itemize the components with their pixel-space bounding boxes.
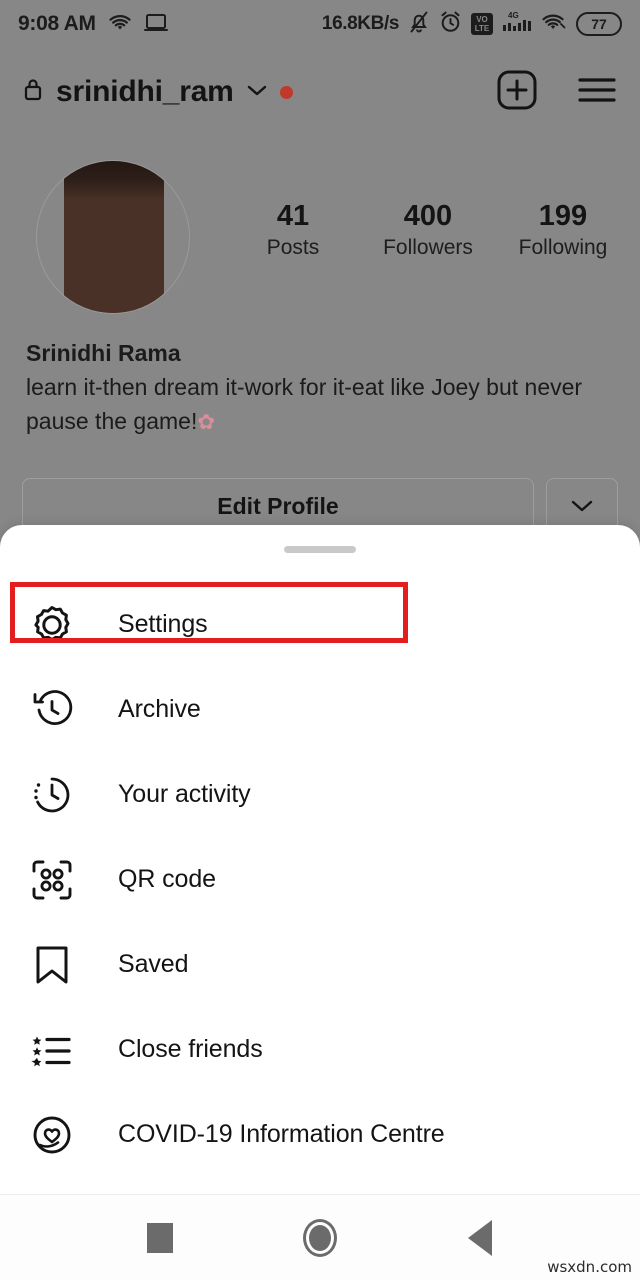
lock-icon — [22, 76, 44, 108]
activity-clock-icon — [26, 769, 78, 821]
menu-item-covid-information-centre[interactable]: COVID-19 Information Centre — [0, 1092, 640, 1177]
status-bar-left: 9:08 AM — [18, 12, 168, 37]
add-post-button[interactable] — [496, 69, 538, 116]
bookmark-icon — [26, 939, 78, 991]
back-button[interactable] — [400, 1195, 560, 1280]
circle-icon — [303, 1218, 337, 1257]
profile-stats: 41 Posts 400 Followers 199 Following — [228, 198, 628, 262]
flower-emoji-icon: ✿ — [197, 411, 215, 434]
menu-item-close-friends[interactable]: Close friends — [0, 1007, 640, 1092]
menu-item-label: Saved — [118, 950, 189, 978]
profile-header-actions — [496, 69, 618, 116]
svg-text:4G: 4G — [508, 11, 519, 20]
wifi-icon — [541, 11, 567, 38]
recents-button[interactable] — [80, 1195, 240, 1280]
menu-item-label: QR code — [118, 865, 216, 893]
menu-item-label: Your activity — [118, 780, 251, 808]
volte-bottom: LTE — [474, 24, 490, 33]
avatar-photo — [64, 161, 164, 313]
stat-label: Posts — [266, 236, 320, 259]
volte-icon: VO LTE — [471, 13, 493, 35]
hamburger-menu-button[interactable] — [576, 74, 618, 111]
home-button[interactable] — [240, 1195, 400, 1280]
volte-top: VO — [476, 15, 488, 24]
menu-item-label: COVID-19 Information Centre — [118, 1120, 445, 1148]
heart-circle-icon — [26, 1109, 78, 1161]
stat-label: Followers — [383, 236, 473, 259]
sheet-drag-handle[interactable] — [284, 546, 356, 553]
archive-clock-icon — [26, 684, 78, 736]
stat-followers[interactable]: 400 Followers — [363, 198, 493, 262]
sheet-menu-list: Settings Archive Your activity QR code S… — [0, 582, 640, 1177]
status-time: 9:08 AM — [18, 12, 96, 35]
wifi-icon — [108, 12, 132, 37]
username-text: srinidhi_ram — [56, 75, 234, 108]
notification-muted-icon — [408, 10, 430, 39]
menu-item-qr-code[interactable]: QR code — [0, 837, 640, 922]
cellular-signal-icon: 4G — [502, 10, 532, 39]
menu-item-saved[interactable]: Saved — [0, 922, 640, 1007]
menu-item-archive[interactable]: Archive — [0, 667, 640, 752]
menu-item-label: Archive — [118, 695, 201, 723]
watermark: wsxdn.com — [547, 1258, 632, 1276]
menu-item-settings[interactable]: Settings — [0, 582, 640, 667]
stat-following[interactable]: 199 Following — [498, 198, 628, 262]
stat-posts[interactable]: 41 Posts — [228, 198, 358, 262]
unread-dot-badge — [279, 85, 293, 99]
qr-code-icon — [26, 854, 78, 906]
stat-value: 199 — [538, 200, 588, 232]
menu-item-label: Settings — [118, 610, 208, 638]
battery-icon: 77 — [576, 12, 622, 36]
alarm-icon — [439, 10, 462, 38]
stat-value: 400 — [403, 200, 453, 232]
status-bar: 9:08 AM 16.8KB/s VO LTE 4G 77 — [0, 0, 640, 48]
phone-screen: 9:08 AM 16.8KB/s VO LTE 4G 77 srinidhi_r… — [0, 0, 640, 1280]
android-navigation-bar — [0, 1194, 640, 1280]
chevron-down-icon — [571, 500, 593, 512]
display-name: Srinidhi Rama — [26, 340, 181, 366]
bio-text: learn it-then dream it-work for it-eat l… — [26, 370, 616, 440]
username-dropdown[interactable]: srinidhi_ram — [22, 75, 293, 109]
menu-item-your-activity[interactable]: Your activity — [0, 752, 640, 837]
square-icon — [147, 1222, 173, 1253]
avatar[interactable] — [36, 160, 190, 314]
triangle-back-icon — [468, 1219, 492, 1256]
cast-icon — [143, 12, 168, 37]
chevron-down-icon[interactable] — [246, 83, 268, 102]
profile-bio: Srinidhi Rama learn it-then dream it-wor… — [26, 336, 616, 440]
battery-level: 77 — [591, 16, 607, 32]
menu-item-label: Close friends — [118, 1035, 263, 1063]
gear-icon — [26, 599, 78, 651]
stat-label: Following — [518, 236, 608, 259]
status-bar-right: 16.8KB/s VO LTE 4G 77 — [322, 10, 622, 39]
bio-body: learn it-then dream it-work for it-eat l… — [26, 374, 583, 434]
options-bottom-sheet: Settings Archive Your activity QR code S… — [0, 525, 640, 1194]
profile-header-bar: srinidhi_ram — [0, 60, 640, 124]
star-list-icon — [26, 1024, 78, 1076]
network-speed: 16.8KB/s — [321, 13, 399, 34]
stat-value: 41 — [276, 200, 310, 232]
